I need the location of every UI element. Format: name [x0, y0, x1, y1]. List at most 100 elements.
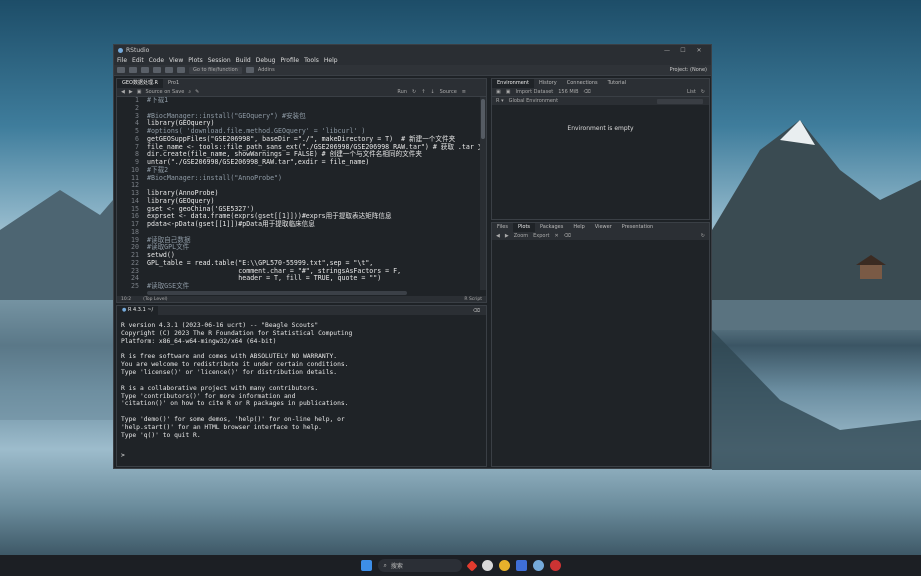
export-button[interactable]: Export [533, 233, 549, 239]
code-line[interactable]: 17 pdata<-pData(gset[[1]])#pData用于提取临床信息 [117, 220, 481, 229]
tab-viewer[interactable]: Viewer [590, 223, 617, 232]
taskbar-search-label: 搜索 [390, 563, 403, 570]
env-toolbar: ▣ ▣ Import Dataset 156 MiB ⌫ List ↻ [492, 88, 709, 96]
editor-tab-row: GEO数据处理.R Pro1 [117, 79, 486, 88]
menu-help[interactable]: Help [324, 57, 338, 64]
tab-help[interactable]: Help [568, 223, 589, 232]
env-tab-row: Environment History Connections Tutorial [492, 79, 709, 88]
save-icon[interactable] [153, 67, 161, 73]
editor-horizontal-scrollbar[interactable] [147, 291, 407, 295]
clear-console-icon[interactable]: ⌫ [473, 308, 486, 314]
new-file-icon[interactable] [117, 67, 125, 73]
print-icon[interactable] [177, 67, 185, 73]
back-arrow-icon[interactable]: ◀ [121, 89, 125, 95]
taskbar-search[interactable]: ⌕ 搜索 [377, 559, 462, 572]
line-number: 2 [135, 103, 139, 112]
list-view-button[interactable]: List [687, 89, 696, 95]
menu-debug[interactable]: Debug [256, 57, 276, 64]
prev-plot-icon[interactable]: ◀ [496, 233, 500, 239]
rstudio-taskbar-icon[interactable] [532, 560, 544, 571]
zoom-button[interactable]: Zoom [514, 233, 528, 239]
source-editor-pane: GEO数据处理.R Pro1 ◀ ▶ ▣ Source on Save ⌕ ✎ … [116, 78, 487, 303]
tab-files[interactable]: Files [492, 223, 513, 232]
outline-icon[interactable]: ≡ [462, 89, 466, 95]
taskbar: ⌕ 搜索 [0, 555, 921, 576]
line-text: pdata<-pData(gset[[1]])#pData用于提取临床信息 [147, 220, 315, 228]
run-button[interactable]: Run [397, 89, 407, 95]
tab-packages[interactable]: Packages [535, 223, 568, 232]
tab-tutorial[interactable]: Tutorial [603, 79, 631, 88]
import-dataset-button[interactable]: Import Dataset [515, 89, 553, 95]
windows-start-icon[interactable] [360, 560, 372, 571]
refresh-plots-icon[interactable]: ↻ [701, 233, 709, 239]
tab-history[interactable]: History [534, 79, 562, 88]
file-type-indicator[interactable]: R Script [464, 297, 486, 302]
tab-presentation[interactable]: Presentation [617, 223, 658, 232]
search-icon: ⌕ [383, 561, 387, 569]
tab-environment[interactable]: Environment [492, 79, 534, 88]
menu-edit[interactable]: Edit [132, 57, 144, 64]
code-line[interactable]: 25 #读取GSE文件 [117, 282, 481, 290]
delete-plot-icon[interactable]: ✕ [555, 233, 559, 239]
minimize-button[interactable]: — [659, 47, 675, 54]
goto-file-function-input[interactable]: Go to file/function [189, 66, 242, 74]
line-number: 8 [135, 150, 139, 159]
refresh-icon[interactable]: ↻ [701, 89, 709, 95]
broom-icon[interactable]: ⌫ [584, 89, 591, 95]
scope-indicator[interactable]: (Top Level) [143, 297, 167, 302]
menu-plots[interactable]: Plots [188, 57, 202, 64]
tab-console[interactable]: ● R 4.3.1 ~/ [117, 306, 159, 315]
close-button[interactable]: ✕ [691, 47, 707, 54]
next-plot-icon[interactable]: ▶ [505, 233, 509, 239]
maximize-button[interactable]: ☐ [675, 47, 691, 54]
down-arrow-icon[interactable]: ↓ [430, 89, 434, 95]
code-line[interactable]: 1 #下载1 [117, 97, 481, 105]
new-project-icon[interactable] [129, 67, 137, 73]
memory-usage[interactable]: 156 MiB [558, 89, 578, 95]
menu-file[interactable]: File [117, 57, 127, 64]
r-language-dropdown[interactable]: R ▾ [496, 98, 504, 104]
open-file-icon[interactable] [141, 67, 149, 73]
code-line[interactable]: 11 #BiocManager::install("AnnoProbe") [117, 174, 481, 183]
console-prompt[interactable]: > [121, 452, 125, 459]
forward-arrow-icon[interactable]: ▶ [129, 89, 133, 95]
global-environment-dropdown[interactable]: Global Environment [509, 98, 558, 104]
code-line[interactable]: 9 untar("./GSE206998/GSE206998_RAW.tar",e… [117, 158, 481, 167]
env-search-input[interactable] [657, 98, 703, 104]
menu-session[interactable]: Session [208, 57, 231, 64]
menu-code[interactable]: Code [149, 57, 164, 64]
broom-plots-icon[interactable]: ⌫ [564, 233, 571, 239]
code-area[interactable]: 1 #下载1 2 3 #BiocManager::install("GEOquery")… [117, 97, 481, 290]
app-record-icon[interactable] [549, 560, 561, 571]
rerun-icon[interactable]: ↻ [412, 89, 416, 95]
search-icon[interactable]: ⌕ [188, 89, 191, 95]
app-diamond-icon[interactable] [465, 559, 478, 572]
save-all-icon[interactable] [165, 67, 173, 73]
tab-plots[interactable]: Plots [512, 223, 536, 232]
tab-connections[interactable]: Connections [562, 79, 603, 88]
source-button[interactable]: Source [440, 89, 457, 95]
wand-icon[interactable]: ✎ [195, 89, 199, 95]
tab-geo-script[interactable]: GEO数据处理.R [117, 79, 164, 88]
grid-icon[interactable] [245, 67, 254, 73]
tab-pro1[interactable]: Pro1 [163, 79, 184, 88]
line-text: #读取GSE文件 [147, 282, 190, 290]
addins-button[interactable]: Addins [258, 67, 275, 73]
up-arrow-icon[interactable]: ↑ [421, 89, 425, 95]
menu-tools[interactable]: Tools [304, 57, 319, 64]
menu-view[interactable]: View [169, 57, 183, 64]
source-on-save-checkbox[interactable]: Source on Save [145, 89, 184, 95]
chrome-icon[interactable] [498, 560, 510, 571]
load-workspace-icon[interactable]: ▣ [496, 89, 501, 95]
app-penguin-icon[interactable] [481, 560, 493, 571]
plots-toolbar: ◀ ▶ Zoom Export ✕ ⌫ ↻ [492, 232, 709, 240]
save-file-icon[interactable]: ▣ [137, 89, 142, 95]
menu-profile[interactable]: Profile [280, 57, 299, 64]
project-menu[interactable]: Project: (None) [670, 67, 707, 73]
editor-scrollbar[interactable] [480, 97, 486, 290]
env-scope-bar: R ▾ Global Environment [492, 96, 709, 105]
menu-build[interactable]: Build [236, 57, 251, 64]
app-blue-icon[interactable] [515, 560, 527, 571]
save-workspace-icon[interactable]: ▣ [506, 89, 511, 95]
console-r-version: R 4.3.1 [127, 307, 146, 313]
